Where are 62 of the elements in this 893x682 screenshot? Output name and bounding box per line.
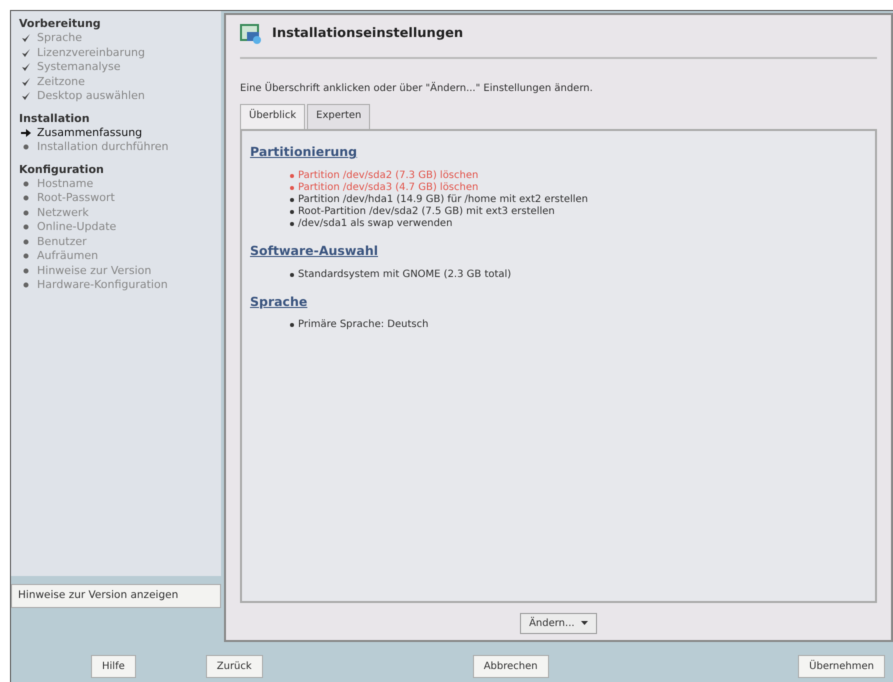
bullet-icon <box>290 198 294 202</box>
installer-icon <box>240 23 262 45</box>
bullet-icon <box>290 323 294 328</box>
step-item: Installation durchführen <box>37 140 169 154</box>
change-button[interactable]: Ändern... <box>520 613 597 634</box>
step-item: Benutzer <box>37 234 87 249</box>
bullet-icon <box>290 186 294 190</box>
bullet-icon <box>290 174 294 178</box>
step-item: Hinweise zur Version <box>37 264 152 278</box>
bullet-icon <box>21 280 31 290</box>
bullet-icon <box>21 251 31 262</box>
bullet-icon <box>21 208 31 218</box>
step-item: Hardware-Konfiguration <box>37 278 168 292</box>
footer-button[interactable]: Zurück <box>206 654 263 678</box>
bullet-icon <box>21 236 31 247</box>
group-heading: Vorbereitung <box>19 17 102 31</box>
summary-item: Primäre Sprache: Deutsch <box>298 319 428 332</box>
summary-item: Standardsystem mit GNOME (2.3 GB total) <box>298 268 512 280</box>
group-heading: Konfiguration <box>19 162 105 176</box>
summary-item: Partition /dev/sda3 (4.7 GB) löschen <box>298 182 478 194</box>
bullet-icon <box>21 222 31 232</box>
caret-icon <box>580 621 588 626</box>
section-heading-link[interactable]: Partitionierung <box>250 143 358 162</box>
group-heading: Installation <box>19 112 91 126</box>
hint-text: Eine Überschrift anklicken oder über "Ändern..." Einstellungen ändern. <box>240 81 594 96</box>
footer-button[interactable]: Übernehmen <box>798 654 885 678</box>
bullet-icon <box>21 266 31 276</box>
check-icon <box>21 48 31 58</box>
summary-item: Partition /dev/sda2 (7.3 GB) löschen <box>298 170 478 182</box>
footer-button[interactable]: Abbrechen <box>472 654 549 678</box>
bullet-icon <box>21 193 31 204</box>
step-item: Zusammenfassung <box>37 126 142 140</box>
step-item: Hostname <box>37 176 94 191</box>
panel-title: Installationseinstellungen <box>272 25 464 44</box>
step-item: Desktop auswählen <box>37 89 145 104</box>
check-icon <box>21 91 31 102</box>
bullet-icon <box>21 142 31 152</box>
summary-item: Root-Partition /dev/sda2 (7.5 GB) mit ext3 erstellen <box>298 206 555 218</box>
step-item: Netzwerk <box>37 206 89 220</box>
footer-button[interactable]: Hilfe <box>91 654 136 678</box>
section-heading-link[interactable]: Software-Auswahl <box>250 242 378 260</box>
bullet-icon <box>21 178 31 189</box>
step-item: Lizenzvereinbarung <box>37 46 145 60</box>
check-icon <box>21 33 31 44</box>
release-notes-button[interactable]: Hinweise zur Version anzeigen <box>11 584 221 608</box>
section-heading-link[interactable]: Sprache <box>250 292 308 312</box>
step-item: Zeitzone <box>37 74 85 89</box>
tab[interactable]: Experten <box>307 104 370 129</box>
step-item: Sprache <box>37 31 82 46</box>
step-item: Root-Passwort <box>37 191 115 206</box>
step-item: Aufräumen <box>37 249 98 264</box>
tab[interactable]: Überblick <box>240 104 306 129</box>
summary-item: /dev/sda1 als swap verwenden <box>298 218 452 230</box>
summary-item: Partition /dev/hda1 (14.9 GB) für /home mit ext2 erstellen <box>298 194 588 206</box>
bullet-icon <box>290 272 294 276</box>
step-item: Systemanalyse <box>37 60 121 74</box>
arrow-icon <box>21 128 31 138</box>
check-icon <box>21 76 31 87</box>
bullet-icon <box>290 210 294 214</box>
check-icon <box>21 62 31 72</box>
step-item: Online-Update <box>37 220 116 234</box>
bullet-icon <box>290 222 294 226</box>
